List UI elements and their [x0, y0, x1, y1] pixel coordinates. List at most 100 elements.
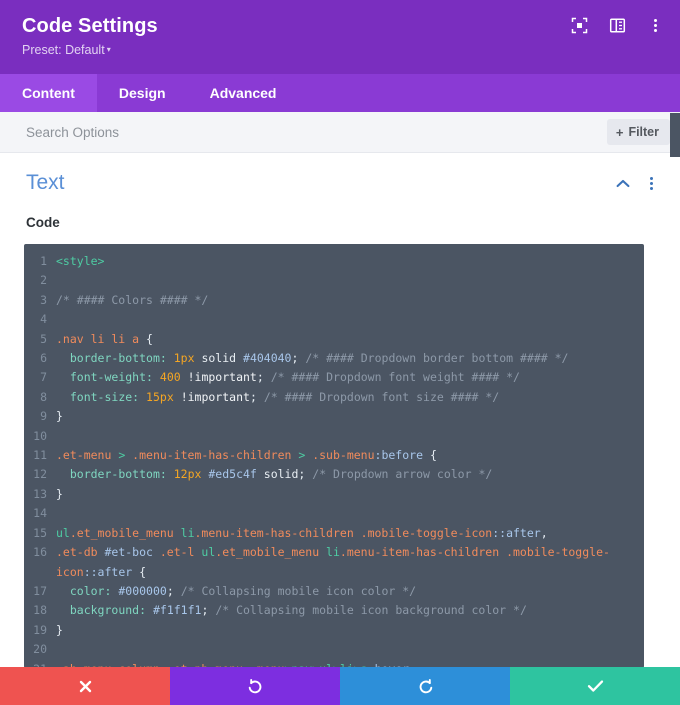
code-token: solid: [201, 351, 237, 366]
layout-columns-icon[interactable]: [608, 16, 626, 34]
code-line-source: font-size: 15px !important; /* #### Drop…: [56, 388, 644, 407]
code-token: font-weight:: [69, 370, 153, 385]
filter-button[interactable]: + Filter: [606, 119, 670, 145]
code-token: 15px: [146, 389, 174, 404]
undo-button[interactable]: [170, 667, 340, 705]
line-number: 8: [40, 389, 47, 404]
code-token: color:: [69, 583, 112, 598]
code-token: .sub-menu: [305, 448, 375, 463]
line-number: 3: [40, 292, 47, 307]
code-token: /* #### Dropdown font weight #### */: [270, 370, 520, 385]
code-token: a: [361, 662, 368, 667]
vertical-scrollbar[interactable]: [670, 113, 680, 157]
code-token: li: [340, 662, 354, 667]
more-options-icon[interactable]: [646, 16, 664, 34]
tab-design[interactable]: Design: [97, 74, 188, 112]
code-token: li: [180, 525, 195, 540]
chevron-up-icon[interactable]: [616, 176, 630, 190]
code-line-source: /* #### Colors #### */: [56, 291, 644, 310]
code-token: /* #### Dropdown border bottom #### */: [305, 351, 569, 366]
vertical-dots: [653, 18, 657, 32]
search-input[interactable]: [26, 112, 607, 152]
code-line-source: }: [56, 407, 644, 426]
code-token: {: [146, 331, 153, 346]
code-token: ul: [56, 525, 70, 540]
redo-button[interactable]: [340, 667, 510, 705]
line-number: 1: [40, 254, 47, 268]
preset-selector[interactable]: Preset: Default ▾: [22, 42, 660, 58]
code-line-source: ul.et_mobile_menu li.menu-item-has-child…: [56, 524, 644, 543]
code-editor[interactable]: 1 <style> 2 3 /* #### Colors #### */ 4 5 .nav…: [24, 244, 644, 667]
code-line: 9}: [24, 407, 644, 426]
line-number: 20: [33, 642, 47, 657]
line-number: 11: [33, 448, 47, 463]
code-token: li: [326, 545, 340, 560]
code-token: .menu-item-has-children: [125, 448, 299, 463]
code-token: .et-db: [56, 545, 105, 560]
cancel-button[interactable]: [0, 667, 170, 705]
code-token: /* Collapsing mobile icon background col…: [215, 603, 527, 618]
code-editor-content[interactable]: 1 <style> 2 3 /* #### Colors #### */ 4 5 .nav…: [24, 244, 644, 667]
section-action-group: [616, 176, 658, 190]
code-line-source: [56, 504, 644, 523]
line-number: 18: [33, 603, 47, 618]
line-number: 5: [40, 331, 47, 346]
code-token: #ed5c4f: [208, 467, 257, 482]
code-token: border-bottom:: [69, 467, 167, 482]
code-token: .et_mobile_menu: [69, 525, 181, 540]
vertical-dots: [649, 176, 653, 190]
modal-header: Code Settings Preset: Default ▾: [0, 0, 680, 74]
line-number: 7: [40, 370, 47, 385]
code-token: ,: [409, 662, 416, 667]
code-line-source: [56, 640, 644, 659]
code-line-source: .et-menu > .menu-item-has-children > .su…: [56, 446, 644, 465]
code-token: !important: [187, 370, 257, 385]
line-number: 9: [40, 409, 47, 424]
code-line-source: }: [56, 621, 644, 640]
code-token: ul: [201, 545, 216, 560]
header-icon-group: [570, 16, 664, 34]
line-number: 16: [33, 545, 47, 560]
code-token: .menu-item-has-children .mobile-toggle-i…: [194, 525, 493, 540]
line-number: 13: [33, 486, 47, 501]
code-token: #f1f1f1: [152, 603, 202, 618]
code-line: 1 <style>: [24, 252, 644, 271]
line-number: 21: [24, 660, 56, 667]
code-line: 14: [24, 504, 644, 523]
code-token: 12px: [173, 467, 202, 482]
code-line: 13}: [24, 485, 644, 504]
code-line-source: background: #f1f1f1; /* Collapsing mobil…: [56, 601, 644, 620]
code-line: 10: [24, 427, 644, 446]
code-token: ;: [256, 370, 264, 385]
code-token: solid: [263, 467, 299, 482]
code-token: {: [429, 448, 437, 463]
code-token: nav: [291, 662, 312, 667]
line-number: 6: [40, 351, 47, 366]
code-line: 4: [24, 310, 644, 329]
section-header-text: Text: [0, 153, 680, 195]
code-token: }: [56, 622, 63, 637]
chevron-down-icon: ▾: [106, 45, 111, 54]
settings-body: Text Code 1 <style> 2 3 /* #### Colors ####…: [0, 153, 680, 667]
tab-content[interactable]: Content: [0, 74, 97, 112]
code-token: ,: [540, 525, 548, 540]
responsive-view-icon[interactable]: [570, 16, 588, 34]
code-token: >: [333, 662, 340, 667]
code-token: background:: [69, 603, 147, 618]
code-line-source: color: #000000; /* Collapsing mobile ico…: [56, 582, 644, 601]
code-token: {: [139, 564, 147, 579]
code-token: /* #### Dropdown font size #### */: [263, 389, 500, 404]
section-more-options-icon[interactable]: [644, 176, 658, 190]
code-line-source: .et-db #et-boc .et-l ul.et_mobile_menu l…: [56, 543, 644, 582]
code-token: ;: [166, 583, 174, 598]
code-line: 21.ah-menu-column .et_pb_menu__menu > nav >…: [24, 660, 644, 667]
tab-advanced[interactable]: Advanced: [188, 74, 299, 112]
save-button[interactable]: [510, 667, 680, 705]
